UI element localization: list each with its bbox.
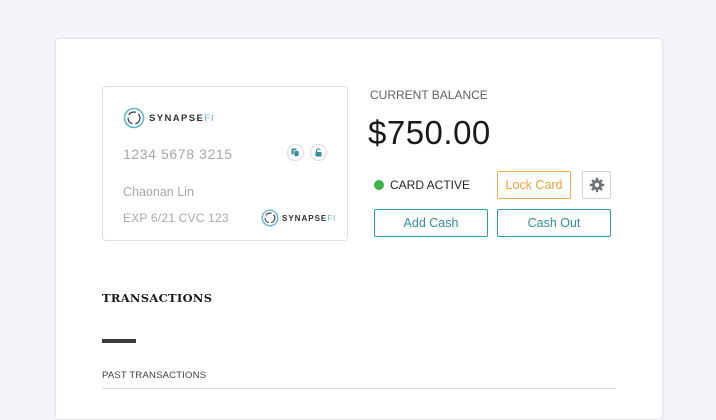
logo-small-text-accent: FI [327, 213, 337, 223]
account-panel: SYNAPSEFI 1234 5678 3215 Chaonan Lin EXP… [55, 38, 663, 420]
status-dot-icon [374, 180, 384, 190]
status-text: CARD ACTIVE [390, 178, 471, 192]
card-status: CARD ACTIVE [374, 178, 470, 192]
copy-icon [291, 148, 300, 157]
logo-wordmark: SYNAPSEFI [149, 113, 215, 124]
card-icon-actions [287, 144, 327, 161]
logo-wordmark-small: SYNAPSEFI [282, 214, 336, 223]
balance-label: CURRENT BALANCE [370, 88, 488, 102]
transactions-divider-accent [102, 339, 136, 343]
synapsefi-logo-small: SYNAPSEFI [261, 209, 336, 227]
synapse-logo-icon [123, 107, 145, 129]
synapsefi-logo: SYNAPSEFI [123, 107, 215, 129]
logo-small-text-main: SYNAPSE [282, 213, 328, 223]
past-transactions-divider [102, 388, 616, 389]
transactions-title: TRANSACTIONS [102, 291, 213, 305]
balance-amount: $750.00 [368, 114, 491, 151]
debit-card: SYNAPSEFI 1234 5678 3215 Chaonan Lin EXP… [102, 86, 348, 241]
unlock-icon [315, 148, 322, 157]
settings-button[interactable] [582, 171, 611, 199]
lock-card-button[interactable]: Lock Card [497, 171, 571, 199]
logo-text-accent: FI [204, 112, 215, 124]
copy-button[interactable] [287, 144, 304, 161]
card-number: 1234 5678 3215 [123, 146, 233, 162]
logo-text-main: SYNAPSE [149, 112, 205, 124]
add-cash-button[interactable]: Add Cash [374, 209, 488, 237]
cardholder-name: Chaonan Lin [123, 185, 194, 199]
synapse-logo-small-icon [261, 209, 279, 227]
unlock-button[interactable] [310, 144, 327, 161]
gear-icon [589, 177, 604, 193]
cash-out-button[interactable]: Cash Out [497, 209, 611, 237]
past-transactions-label: PAST TRANSACTIONS [102, 370, 207, 381]
card-exp-cvc: EXP 6/21 CVC 123 [123, 211, 229, 225]
